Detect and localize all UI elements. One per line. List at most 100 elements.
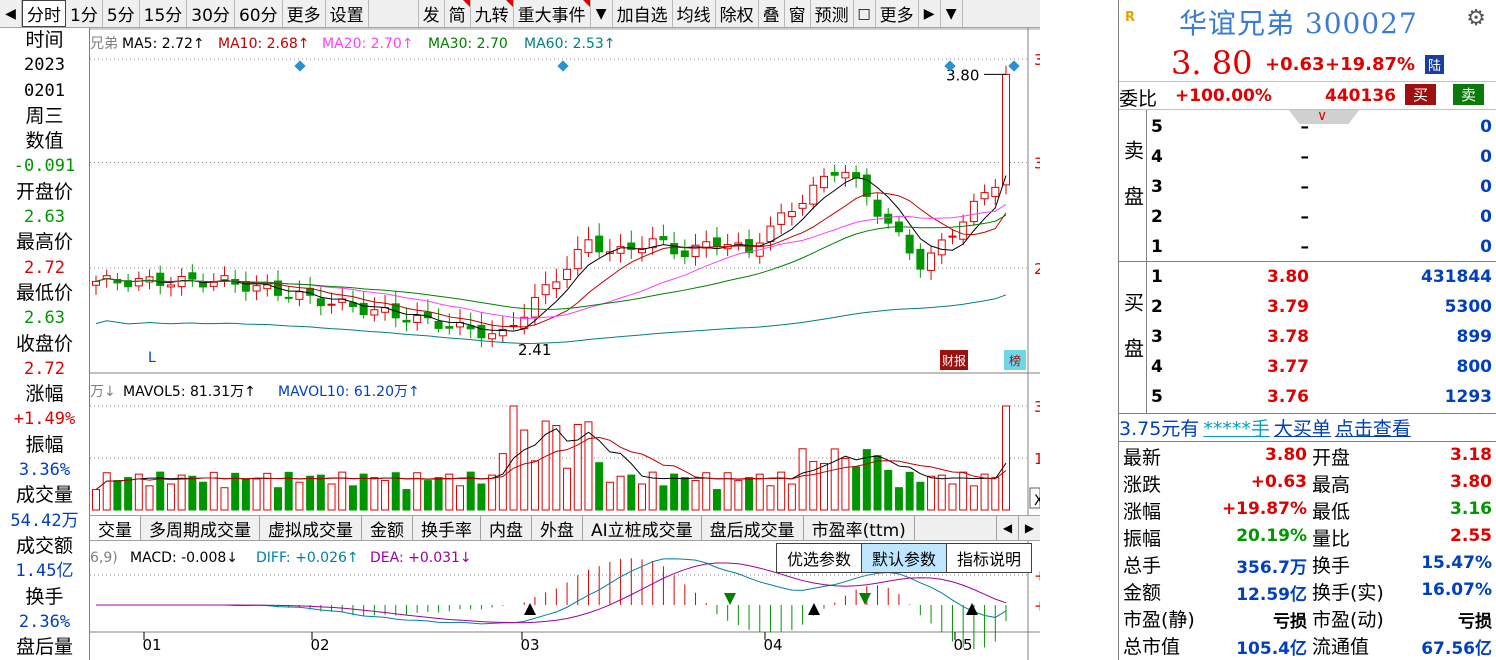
orderbook-row[interactable]: 4 3.77 800 [1119,352,1496,382]
macd-buttons: 优选参数 默认参数 指标说明 [775,543,1032,573]
dropdown-icon-2[interactable]: ▼ [941,0,963,27]
level-price: 3.76 [1267,387,1309,407]
tab-60min[interactable]: 60分 [235,0,283,27]
candle-body [659,236,668,241]
ma-button[interactable]: 均线 [673,0,716,27]
scroll-left-icon[interactable]: ◀ [996,516,1018,540]
data-window-label: 盘后量 [15,636,73,659]
candle-body [712,237,721,248]
volume-bar [92,489,100,511]
quote-value: 12.59亿 [1236,585,1307,605]
orderbook-row[interactable]: 5 3.76 1293 [1119,382,1496,412]
default-params-button[interactable]: 默认参数 [860,543,947,573]
volume-bar [873,455,882,511]
big-order-banner[interactable]: 3.75元有 *****手 大买单 点击查看 [1119,414,1496,442]
quote-label: 换手(实) [1312,582,1384,604]
orderbook-row[interactable]: 3 – 0 [1119,172,1496,202]
x-axis-label: 04 [763,636,782,654]
forecast-button[interactable]: 预测 [811,0,854,27]
orderbook-row[interactable]: 5 – 0 [1119,112,1496,142]
exright-button[interactable]: 除权 [716,0,759,27]
settings-button[interactable]: 设置 [326,0,369,27]
data-window-value: -0.091 [13,156,76,177]
event-diamond [557,60,569,72]
tab-indicator-4[interactable]: 换手率 [413,516,481,541]
candle-body [573,248,582,270]
legend-ma10: MA10: 2.68↑ [218,36,310,52]
fa-button[interactable]: 发 [419,0,445,27]
major-events-button[interactable]: 重大事件 [514,0,591,27]
orderbook-row[interactable]: 4 – 0 [1119,142,1496,172]
volume-bar [766,485,775,511]
level-volume: 0 [1480,207,1492,227]
orderbook-row[interactable]: 2 3.79 5300 [1119,292,1496,322]
tab-indicator-2[interactable]: 虚拟成交量 [260,516,362,541]
level-price: – [1300,147,1310,167]
orderbook-row[interactable]: 2 – 0 [1119,202,1496,232]
buy-button[interactable]: 买 [1405,84,1437,105]
chart-area[interactable]: 3.883.342.79兄弟MA5: 2.72↑MA10: 2.68↑MA20:… [90,28,1090,660]
volume-bar [905,471,914,511]
candle-body [188,272,197,280]
candle-body [959,221,968,240]
back-icon[interactable]: ◀ [0,0,22,27]
quote-panel: R 华谊兄弟 300027 ⚙ 3. 80 +0.63 +19.87% 陆 委比… [1118,0,1496,660]
orderbook-row[interactable]: 3 3.78 899 [1119,322,1496,352]
window-button[interactable]: 窗 [785,0,811,27]
level: 2 [1151,297,1163,317]
volume-bar [638,483,646,511]
tab-15min[interactable]: 15分 [140,0,188,27]
volume-bar [862,449,871,511]
data-window-value: 1.45亿 [15,561,74,582]
jian-button[interactable]: 简 [445,0,471,27]
tab-30min[interactable]: 30分 [187,0,235,27]
tab-indicator-8[interactable]: 盘后成交量 [702,516,804,541]
tab-indicator-3[interactable]: 金额 [362,516,413,541]
volume-bar [948,483,957,511]
orderbook-row[interactable]: 1 3.80 431844 [1119,262,1496,292]
indicator-help-button[interactable]: 指标说明 [945,543,1032,573]
tab-5min[interactable]: 5分 [103,0,140,27]
dropdown-icon[interactable]: ▼ [591,0,613,27]
quote-value: 15.47% [1421,553,1492,573]
jiuzhuan-button[interactable]: 九转 [471,0,514,27]
orderbook-row[interactable]: 1 – 0 [1119,232,1496,262]
volume-bar [381,480,390,511]
click-view-link[interactable]: 点击查看 [1335,414,1411,441]
quote-value: 2.55 [1450,526,1492,546]
tab-indicator-0[interactable]: 交量 [90,516,141,541]
tab-timeshare[interactable]: 分时 [22,0,66,27]
more-periods-button[interactable]: 更多 [283,0,326,27]
tab-indicator-6[interactable]: 外盘 [532,516,583,541]
stock-name: 华谊兄弟 300027 [1179,7,1418,40]
legend-ma60: MA60: 2.53↑ [524,36,616,52]
tab-indicator-1[interactable]: 多周期成交量 [141,516,260,541]
volume-bar [177,474,186,511]
tab-1min[interactable]: 1分 [66,0,103,27]
preferred-params-button[interactable]: 优选参数 [775,543,862,573]
candle-body [477,324,486,339]
data-window-label: 成交额 [15,534,73,557]
data-window-label: 最低价 [15,281,73,304]
volume-bar [830,448,839,511]
quote-row: 总手 356.7万 换手 15.47% [1119,550,1496,578]
skip-end-icon[interactable]: ▶ [919,0,941,27]
data-window-label: 数值 [25,130,64,153]
gear-icon[interactable]: ⚙ [1466,6,1486,31]
sell-button[interactable]: 卖 [1453,84,1485,105]
scroll-right-icon[interactable]: ▶ [1018,516,1040,540]
data-window-value: 0201 [24,80,65,101]
overlay-button[interactable]: 叠 [759,0,785,27]
add-watchlist-button[interactable]: 加自选 [613,0,673,27]
tab-indicator-5[interactable]: 内盘 [481,516,532,541]
volume-bar [927,475,936,511]
tab-indicator-7[interactable]: AI立桩成交量 [583,516,702,541]
data-window-label: 换手 [25,585,64,608]
more-button[interactable]: 更多 [876,0,919,27]
tab-indicator-9[interactable]: 市盈率(ttm) [804,516,915,541]
quote-label: 最高 [1312,474,1351,496]
quote-row: 总市值 105.4亿 流通值 67.56亿 [1119,631,1496,659]
candle-body [252,285,261,292]
lock-icon[interactable]: □ [854,0,876,27]
candle-body [916,248,925,270]
